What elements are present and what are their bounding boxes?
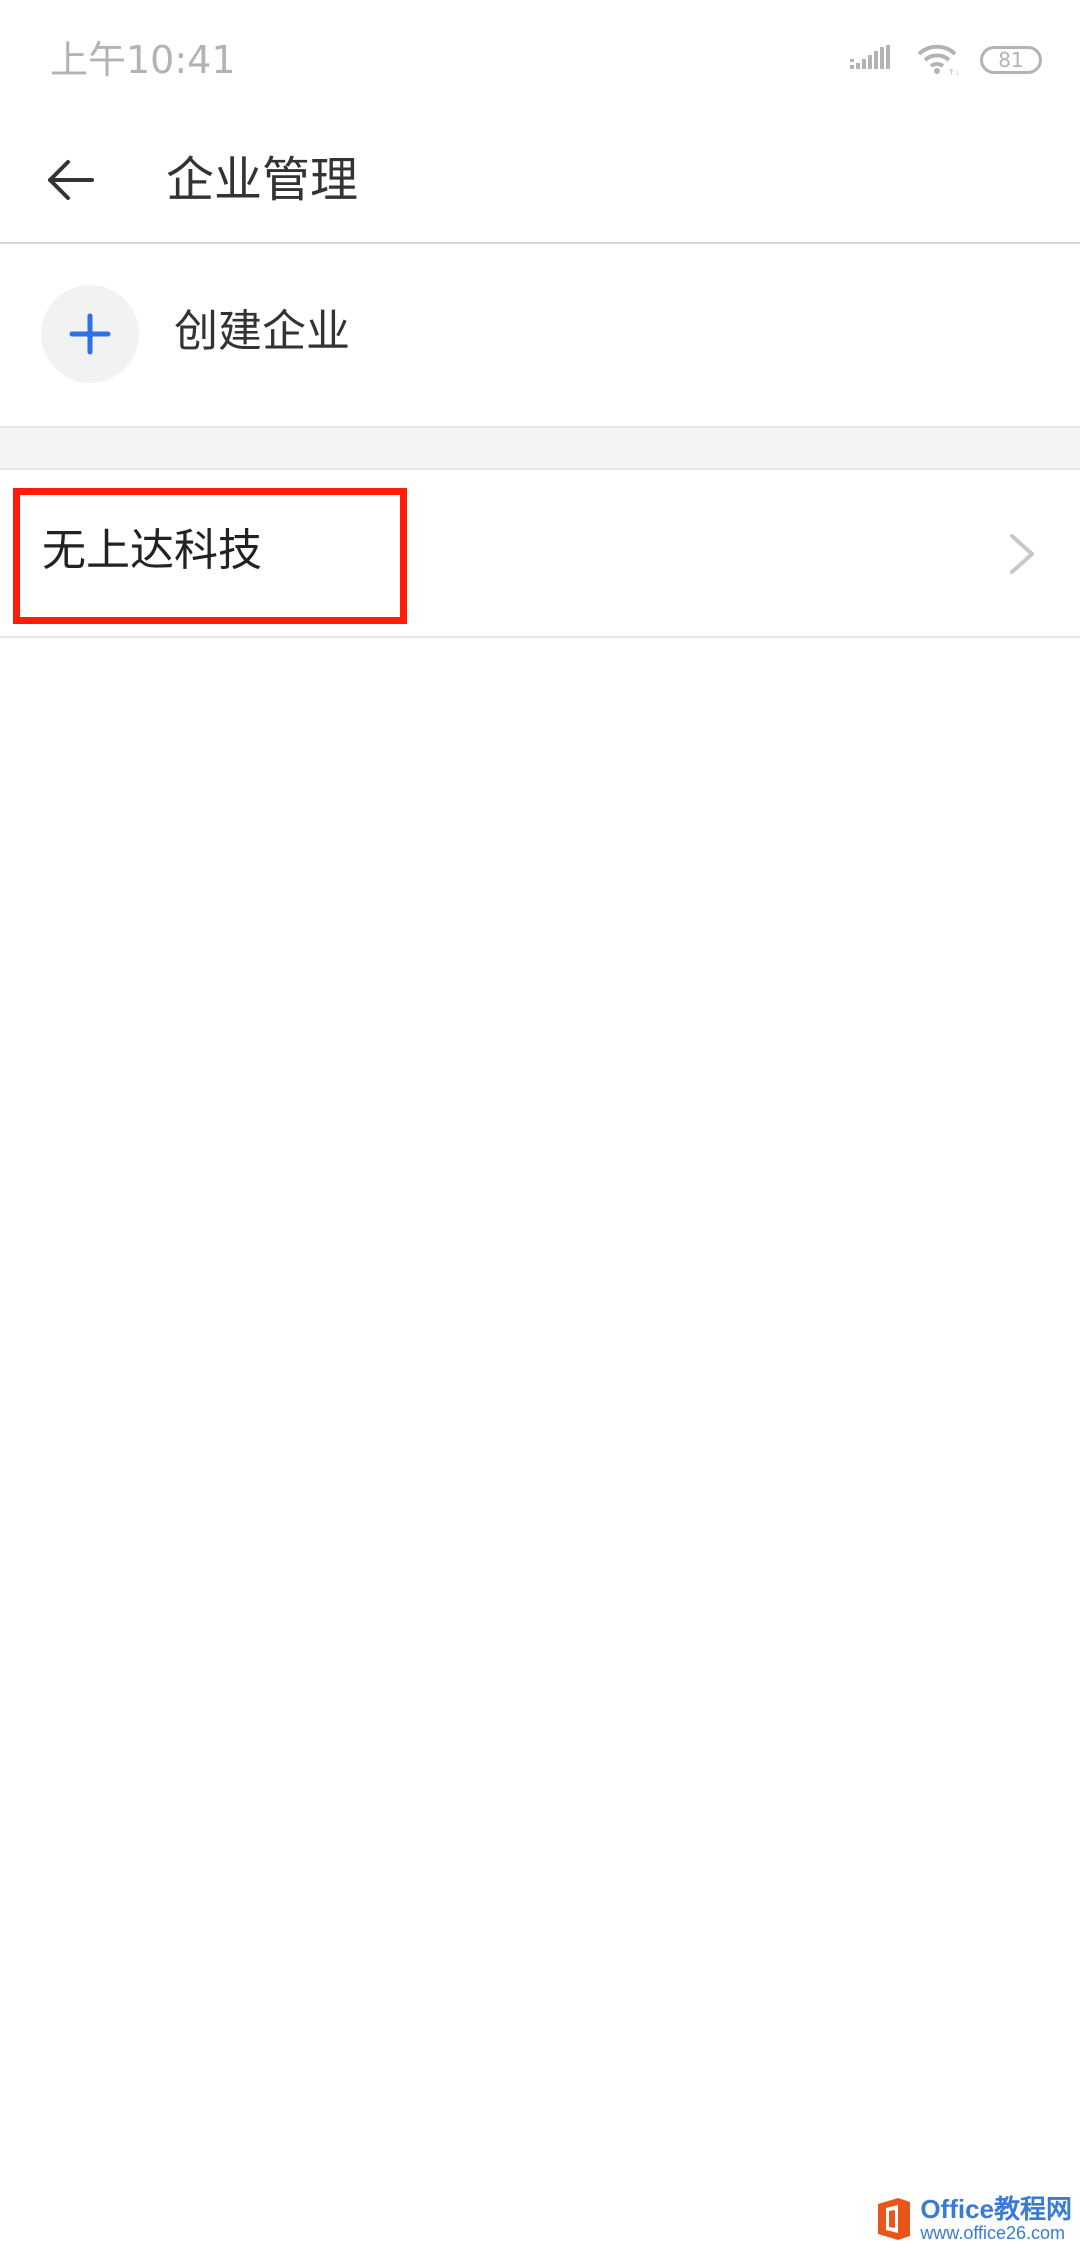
battery-level: 81	[998, 48, 1024, 72]
section-divider	[0, 426, 1080, 470]
watermark-title: Office教程网	[920, 2194, 1072, 2224]
create-enterprise-row[interactable]: 创建企业	[0, 244, 1080, 426]
highlight-annotation-box	[13, 488, 407, 624]
plus-icon	[69, 313, 111, 355]
status-time: 上午10:41	[50, 38, 236, 82]
add-button[interactable]	[41, 285, 139, 383]
company-list-item[interactable]: 无上达科技	[0, 470, 1080, 638]
svg-text:↑↓: ↑↓	[948, 68, 958, 76]
status-bar: 上午10:41 ↑↓ 81	[0, 0, 1080, 118]
app-bar: 企业管理	[0, 118, 1080, 244]
battery-icon: 81	[980, 46, 1042, 74]
arrow-left-icon	[48, 160, 94, 200]
wifi-icon: ↑↓	[917, 44, 958, 76]
status-icons: ↑↓ 81	[850, 40, 1042, 80]
watermark-url: www.office26.com	[920, 2223, 1066, 2243]
office-logo-icon	[878, 2198, 911, 2240]
page-title: 企业管理	[166, 152, 359, 208]
watermark-text: Office教程网 www.office26.com	[920, 2196, 1072, 2242]
create-enterprise-label: 创建企业	[174, 306, 350, 357]
back-button[interactable]	[30, 140, 110, 220]
watermark: Office教程网 www.office26.com	[874, 2196, 1072, 2242]
signal-icon	[850, 45, 890, 69]
chevron-right-icon	[1010, 534, 1034, 574]
